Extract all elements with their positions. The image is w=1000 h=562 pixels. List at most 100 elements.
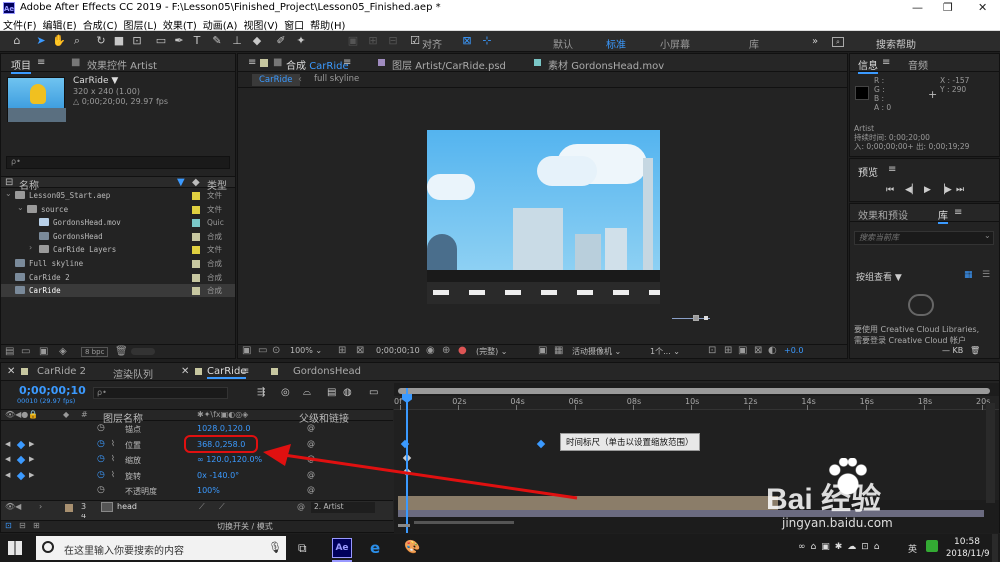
- tab-library[interactable]: 库: [938, 207, 948, 224]
- camera-tool-icon[interactable]: ■: [112, 34, 126, 48]
- layer-label-swatch[interactable]: [65, 504, 73, 512]
- snap-feature-icon[interactable]: ⊠: [460, 34, 474, 48]
- selection-tool-icon[interactable]: ➤: [34, 34, 48, 48]
- clone-stamp-tool-icon[interactable]: ⊥: [230, 34, 244, 48]
- expand-in-out-icon[interactable]: ⊞: [33, 521, 40, 530]
- clock-time[interactable]: 10:58: [954, 537, 980, 547]
- axis-world-icon[interactable]: ⊞: [366, 34, 380, 48]
- target-region-icon[interactable]: ▣: [538, 345, 547, 356]
- property-value[interactable]: 0x -140.0°: [197, 471, 239, 480]
- fast-preview-icon[interactable]: ⊡: [708, 345, 716, 356]
- hand-tool-icon[interactable]: ✋: [52, 34, 66, 48]
- tab-info[interactable]: 信息: [858, 57, 878, 74]
- region-of-interest-icon[interactable]: ▭: [258, 345, 267, 356]
- label-swatch[interactable]: [192, 219, 200, 228]
- library-delete-icon[interactable]: 🗑: [970, 346, 980, 355]
- security-tray-icon[interactable]: [926, 540, 938, 552]
- tab-footage[interactable]: 素材 GordonsHead.mov: [548, 57, 664, 72]
- library-menu-icon[interactable]: ≡: [954, 207, 962, 218]
- current-time-display[interactable]: 0;00;00;10: [376, 346, 420, 355]
- stopwatch-icon[interactable]: ◷: [97, 439, 105, 449]
- mask-visibility-icon[interactable]: ⊠: [356, 345, 364, 356]
- project-settings-icon[interactable]: ◈: [59, 346, 67, 357]
- next-keyframe-icon[interactable]: ▶: [29, 455, 34, 463]
- prev-keyframe-icon[interactable]: ◀: [5, 471, 10, 479]
- clock-date[interactable]: 2018/11/9: [946, 549, 990, 559]
- stopwatch-icon[interactable]: ◷: [97, 423, 105, 433]
- info-menu-icon[interactable]: ≡: [882, 57, 890, 68]
- prev-frame-icon[interactable]: ◀▏: [905, 185, 919, 195]
- label-swatch[interactable]: [192, 260, 200, 268]
- label-swatch[interactable]: [192, 205, 200, 214]
- show-snapshot-icon[interactable]: ⊕: [442, 345, 450, 356]
- workspace-library[interactable]: 库: [749, 36, 759, 51]
- viewer-lock-icon[interactable]: ■: [273, 57, 282, 68]
- project-item-row[interactable]: CarRide 2 合成: [1, 271, 235, 284]
- snap-edge-icon[interactable]: ⊹: [480, 34, 494, 48]
- close-button[interactable]: ✕: [978, 1, 987, 14]
- timeline-menu-icon[interactable]: ≡: [241, 366, 249, 377]
- rotate-tool-icon[interactable]: ↻: [94, 34, 108, 48]
- property-value[interactable]: 100%: [197, 486, 220, 495]
- exposure-reset-icon[interactable]: ◐: [768, 345, 777, 356]
- anchor-handle[interactable]: [693, 315, 699, 321]
- switches-column-icon[interactable]: ✱✦\fx▣◐◎◈: [197, 410, 248, 419]
- composition-canvas[interactable]: [427, 130, 660, 304]
- workspace-small-screen[interactable]: 小屏幕: [660, 36, 690, 51]
- brush-tool-icon[interactable]: ✎: [210, 34, 224, 48]
- project-item-row[interactable]: Full skyline 合成: [1, 257, 235, 270]
- timeline-scrollbar[interactable]: [986, 403, 995, 503]
- timeline-tab-close-icon[interactable]: ✕: [181, 366, 189, 377]
- eraser-tool-icon[interactable]: ◆: [250, 34, 264, 48]
- flowchart-icon[interactable]: ⊠: [754, 345, 762, 356]
- edge-browser-icon[interactable]: e: [370, 539, 380, 557]
- exposure-value[interactable]: +0.0: [784, 346, 803, 355]
- layer-number-column-icon[interactable]: #: [81, 410, 88, 419]
- minimize-button[interactable]: —: [912, 1, 923, 14]
- project-item-row[interactable]: GordonsHead.mov Quic: [1, 216, 235, 229]
- help-search-input[interactable]: 搜索帮助: [876, 36, 916, 51]
- draft-3d-icon[interactable]: ◎: [281, 387, 290, 398]
- add-keyframe-icon[interactable]: [16, 440, 26, 449]
- type-tool-icon[interactable]: T: [190, 34, 204, 48]
- toggle-switches-modes[interactable]: 切换开关 / 模式: [217, 521, 273, 532]
- roto-brush-tool-icon[interactable]: ✐: [274, 34, 288, 48]
- zoom-tool-icon[interactable]: ⌕: [70, 34, 84, 48]
- expand-modes-icon[interactable]: ⊟: [19, 521, 26, 530]
- label-column-icon[interactable]: ◆: [63, 410, 69, 419]
- new-folder-icon[interactable]: ▭: [21, 346, 30, 357]
- expression-pickwhip-icon[interactable]: @: [307, 423, 315, 432]
- next-keyframe-icon[interactable]: ▶: [29, 440, 34, 448]
- tab-render-queue[interactable]: 渲染队列: [113, 366, 153, 381]
- graph-icon[interactable]: ⌇: [111, 454, 115, 463]
- tab-audio[interactable]: 音频: [908, 57, 928, 72]
- safe-margins-icon[interactable]: ⊞: [338, 345, 346, 356]
- workspace-standard[interactable]: 标准: [606, 36, 626, 51]
- property-value[interactable]: ∞ 120.0,120.0%: [197, 455, 262, 464]
- stopwatch-icon[interactable]: ◷: [97, 454, 105, 464]
- pan-behind-tool-icon[interactable]: ⊡: [130, 34, 144, 48]
- tab-effects-presets[interactable]: 效果和预设: [858, 207, 908, 222]
- delete-icon[interactable]: 🗑: [115, 346, 128, 357]
- expand-layer-icon[interactable]: ⊡: [5, 521, 12, 530]
- timeline-close-icon[interactable]: ✕: [7, 366, 15, 377]
- pen-tool-icon[interactable]: ✒: [172, 34, 186, 48]
- graph-editor-icon[interactable]: ▭: [369, 387, 378, 398]
- frame-blending-icon[interactable]: ▤: [327, 387, 336, 398]
- grid-view-icon[interactable]: ▦: [964, 270, 973, 280]
- expand-arrow-icon[interactable]: ⌄: [5, 189, 12, 198]
- resolution-dropdown[interactable]: (完整) ⌄: [476, 346, 508, 357]
- tab-carride-2[interactable]: CarRide 2: [37, 366, 86, 377]
- label-swatch[interactable]: [192, 273, 200, 282]
- group-view-dropdown[interactable]: 按组查看 ▼: [856, 270, 902, 283]
- next-keyframe-icon[interactable]: ▶: [29, 471, 34, 479]
- av-features-icon[interactable]: 👁◀●🔒: [5, 410, 38, 419]
- tab-menu-icon[interactable]: ≡: [343, 57, 351, 68]
- library-dropdown-icon[interactable]: ⌄: [984, 231, 991, 240]
- crumb-active[interactable]: CarRide: [252, 74, 300, 86]
- library-search-input[interactable]: 搜索当前库: [854, 231, 994, 245]
- windows-start-icon[interactable]: [8, 541, 22, 555]
- label-column-icon[interactable]: ◆: [192, 177, 200, 188]
- 3d-glasses-icon[interactable]: ⊙: [272, 345, 280, 356]
- project-item-row[interactable]: › CarRide Layers 文件: [1, 243, 235, 256]
